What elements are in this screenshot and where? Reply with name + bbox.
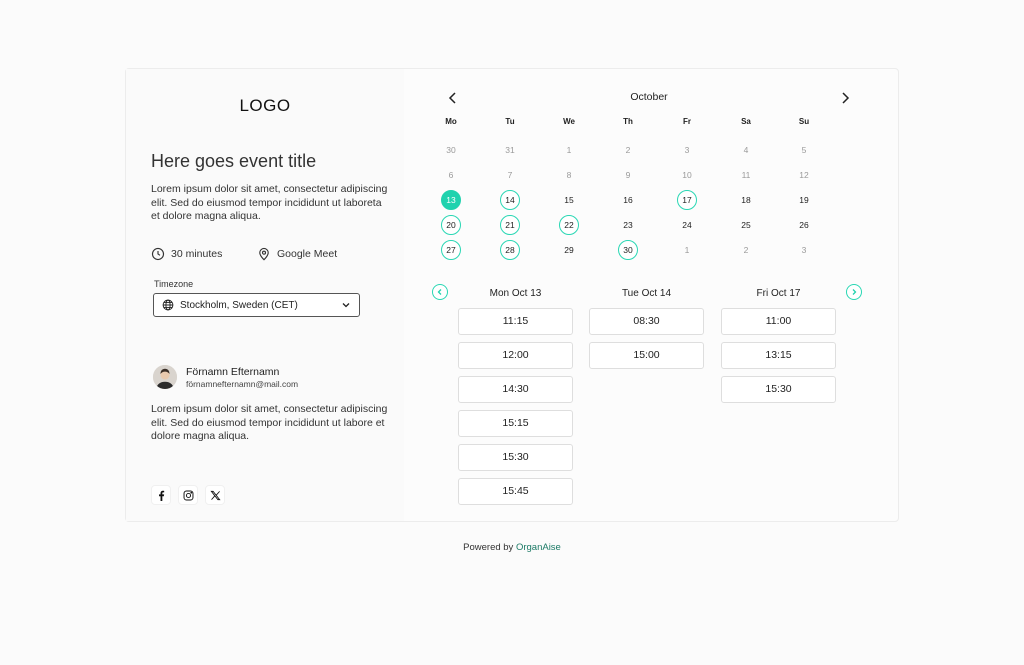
calendar-day: 8 [566, 170, 572, 180]
time-slot-button[interactable]: 15:30 [721, 376, 836, 403]
event-info-panel: LOGO Here goes event title Lorem ipsum d… [126, 69, 404, 521]
calendar-day: 7 [507, 170, 513, 180]
weekday-label: Tu [505, 117, 515, 126]
host-email: förnamnefternamn@mail.com [186, 379, 299, 389]
location-pin-icon [259, 247, 269, 261]
calendar-day[interactable]: 15 [559, 190, 579, 210]
calendar-day: 2 [625, 145, 631, 155]
weekday-label: Th [623, 117, 633, 126]
calendar-day-selected[interactable]: 13 [441, 190, 461, 210]
time-slot-button[interactable]: 13:15 [721, 342, 836, 369]
event-title: Here goes event title [151, 151, 317, 171]
avatar [153, 365, 177, 389]
calendar-day[interactable]: 20 [441, 215, 461, 235]
calendar-day: 10 [682, 170, 692, 180]
calendar-day: 30 [446, 145, 456, 155]
month-title: October [630, 91, 668, 103]
calendar-day: 3 [801, 245, 807, 255]
calendar-day: 9 [625, 170, 631, 180]
calendar-day[interactable]: 17 [677, 190, 697, 210]
calendar-day[interactable]: 29 [559, 240, 579, 260]
calendar-day: 5 [801, 145, 807, 155]
calendar-day: 2 [743, 245, 749, 255]
calendar-day[interactable]: 16 [618, 190, 638, 210]
host-name: Förnamn Efternamn [186, 366, 280, 378]
calendar-day[interactable]: 27 [441, 240, 461, 260]
social-links [151, 485, 225, 505]
time-slot-button[interactable]: 11:00 [721, 308, 836, 335]
weekday-label: Mo [445, 117, 457, 126]
brand-link[interactable]: OrganAise [516, 542, 561, 553]
time-slot-button[interactable]: 08:30 [589, 308, 704, 335]
powered-by-prefix: Powered by [463, 542, 514, 553]
calendar-day[interactable]: 14 [500, 190, 520, 210]
x-link[interactable] [205, 485, 225, 505]
time-slot-button[interactable]: 14:30 [458, 376, 573, 403]
timezone-label: Timezone [154, 279, 194, 289]
weekday-label: Su [798, 117, 810, 126]
instagram-icon [183, 490, 193, 500]
weekday-label: Sa [741, 117, 751, 126]
prev-slots-button[interactable] [432, 284, 448, 300]
instagram-link[interactable] [178, 485, 198, 505]
next-slots-button[interactable] [846, 284, 862, 300]
x-icon [209, 490, 221, 500]
host-description: Lorem ipsum dolor sit amet, consectetur … [151, 403, 388, 442]
calendar-day[interactable]: 28 [500, 240, 520, 260]
chevron-right-icon [842, 92, 850, 104]
time-slot-button[interactable]: 15:45 [458, 478, 573, 505]
calendar-header: October [444, 89, 854, 107]
timezone-select[interactable]: Stockholm, Sweden (CET) [153, 293, 360, 317]
calendar-day: 6 [448, 170, 454, 180]
next-month-button[interactable] [836, 89, 854, 107]
chevron-down-icon [342, 303, 350, 308]
logo: LOGO [239, 96, 291, 115]
calendar-day: 3 [684, 145, 690, 155]
facebook-link[interactable] [151, 485, 171, 505]
time-slot-button[interactable]: 11:15 [458, 308, 573, 335]
calendar-day: 31 [505, 145, 515, 155]
slot-day-heading: Mon Oct 13 [489, 288, 542, 299]
powered-by-footer: Powered by OrganAise [0, 542, 1024, 553]
calendar-day[interactable]: 22 [559, 215, 579, 235]
slot-day-heading: Tue Oct 14 [621, 288, 672, 299]
event-description: Lorem ipsum dolor sit amet, consectetur … [151, 183, 388, 222]
calendar-day[interactable]: 24 [677, 215, 697, 235]
time-slot-button[interactable]: 15:30 [458, 444, 573, 471]
calendar-day: 1 [684, 245, 690, 255]
chevron-right-icon [852, 289, 857, 295]
calendar-day: 1 [566, 145, 572, 155]
location-text: Google Meet [277, 248, 338, 260]
calendar-day[interactable]: 25 [736, 215, 756, 235]
person-avatar-icon [153, 365, 177, 389]
globe-icon [162, 299, 174, 311]
duration-text: 30 minutes [171, 248, 223, 260]
clock-icon [151, 247, 165, 261]
weekday-label: Fr [683, 117, 691, 126]
booking-card: LOGO Here goes event title Lorem ipsum d… [125, 68, 899, 522]
chevron-left-icon [437, 289, 442, 295]
calendar-day[interactable]: 21 [500, 215, 520, 235]
facebook-icon [158, 490, 164, 501]
time-slot-button[interactable]: 15:00 [589, 342, 704, 369]
time-slot-button[interactable]: 12:00 [458, 342, 573, 369]
time-slot-button[interactable]: 15:15 [458, 410, 573, 437]
calendar-day: 12 [799, 170, 809, 180]
location-info: Google Meet [257, 247, 337, 261]
duration-info: 30 minutes [151, 247, 222, 261]
slot-day-heading: Fri Oct 17 [756, 288, 801, 299]
weekday-label: We [563, 117, 575, 126]
calendar-day[interactable]: 23 [618, 215, 638, 235]
calendar-day[interactable]: 19 [794, 190, 814, 210]
calendar-day[interactable]: 18 [736, 190, 756, 210]
calendar-day: 11 [741, 170, 751, 180]
calendar-day[interactable]: 26 [794, 215, 814, 235]
calendar-day: 4 [743, 145, 749, 155]
calendar-day[interactable]: 30 [618, 240, 638, 260]
timezone-value: Stockholm, Sweden (CET) [180, 299, 298, 311]
